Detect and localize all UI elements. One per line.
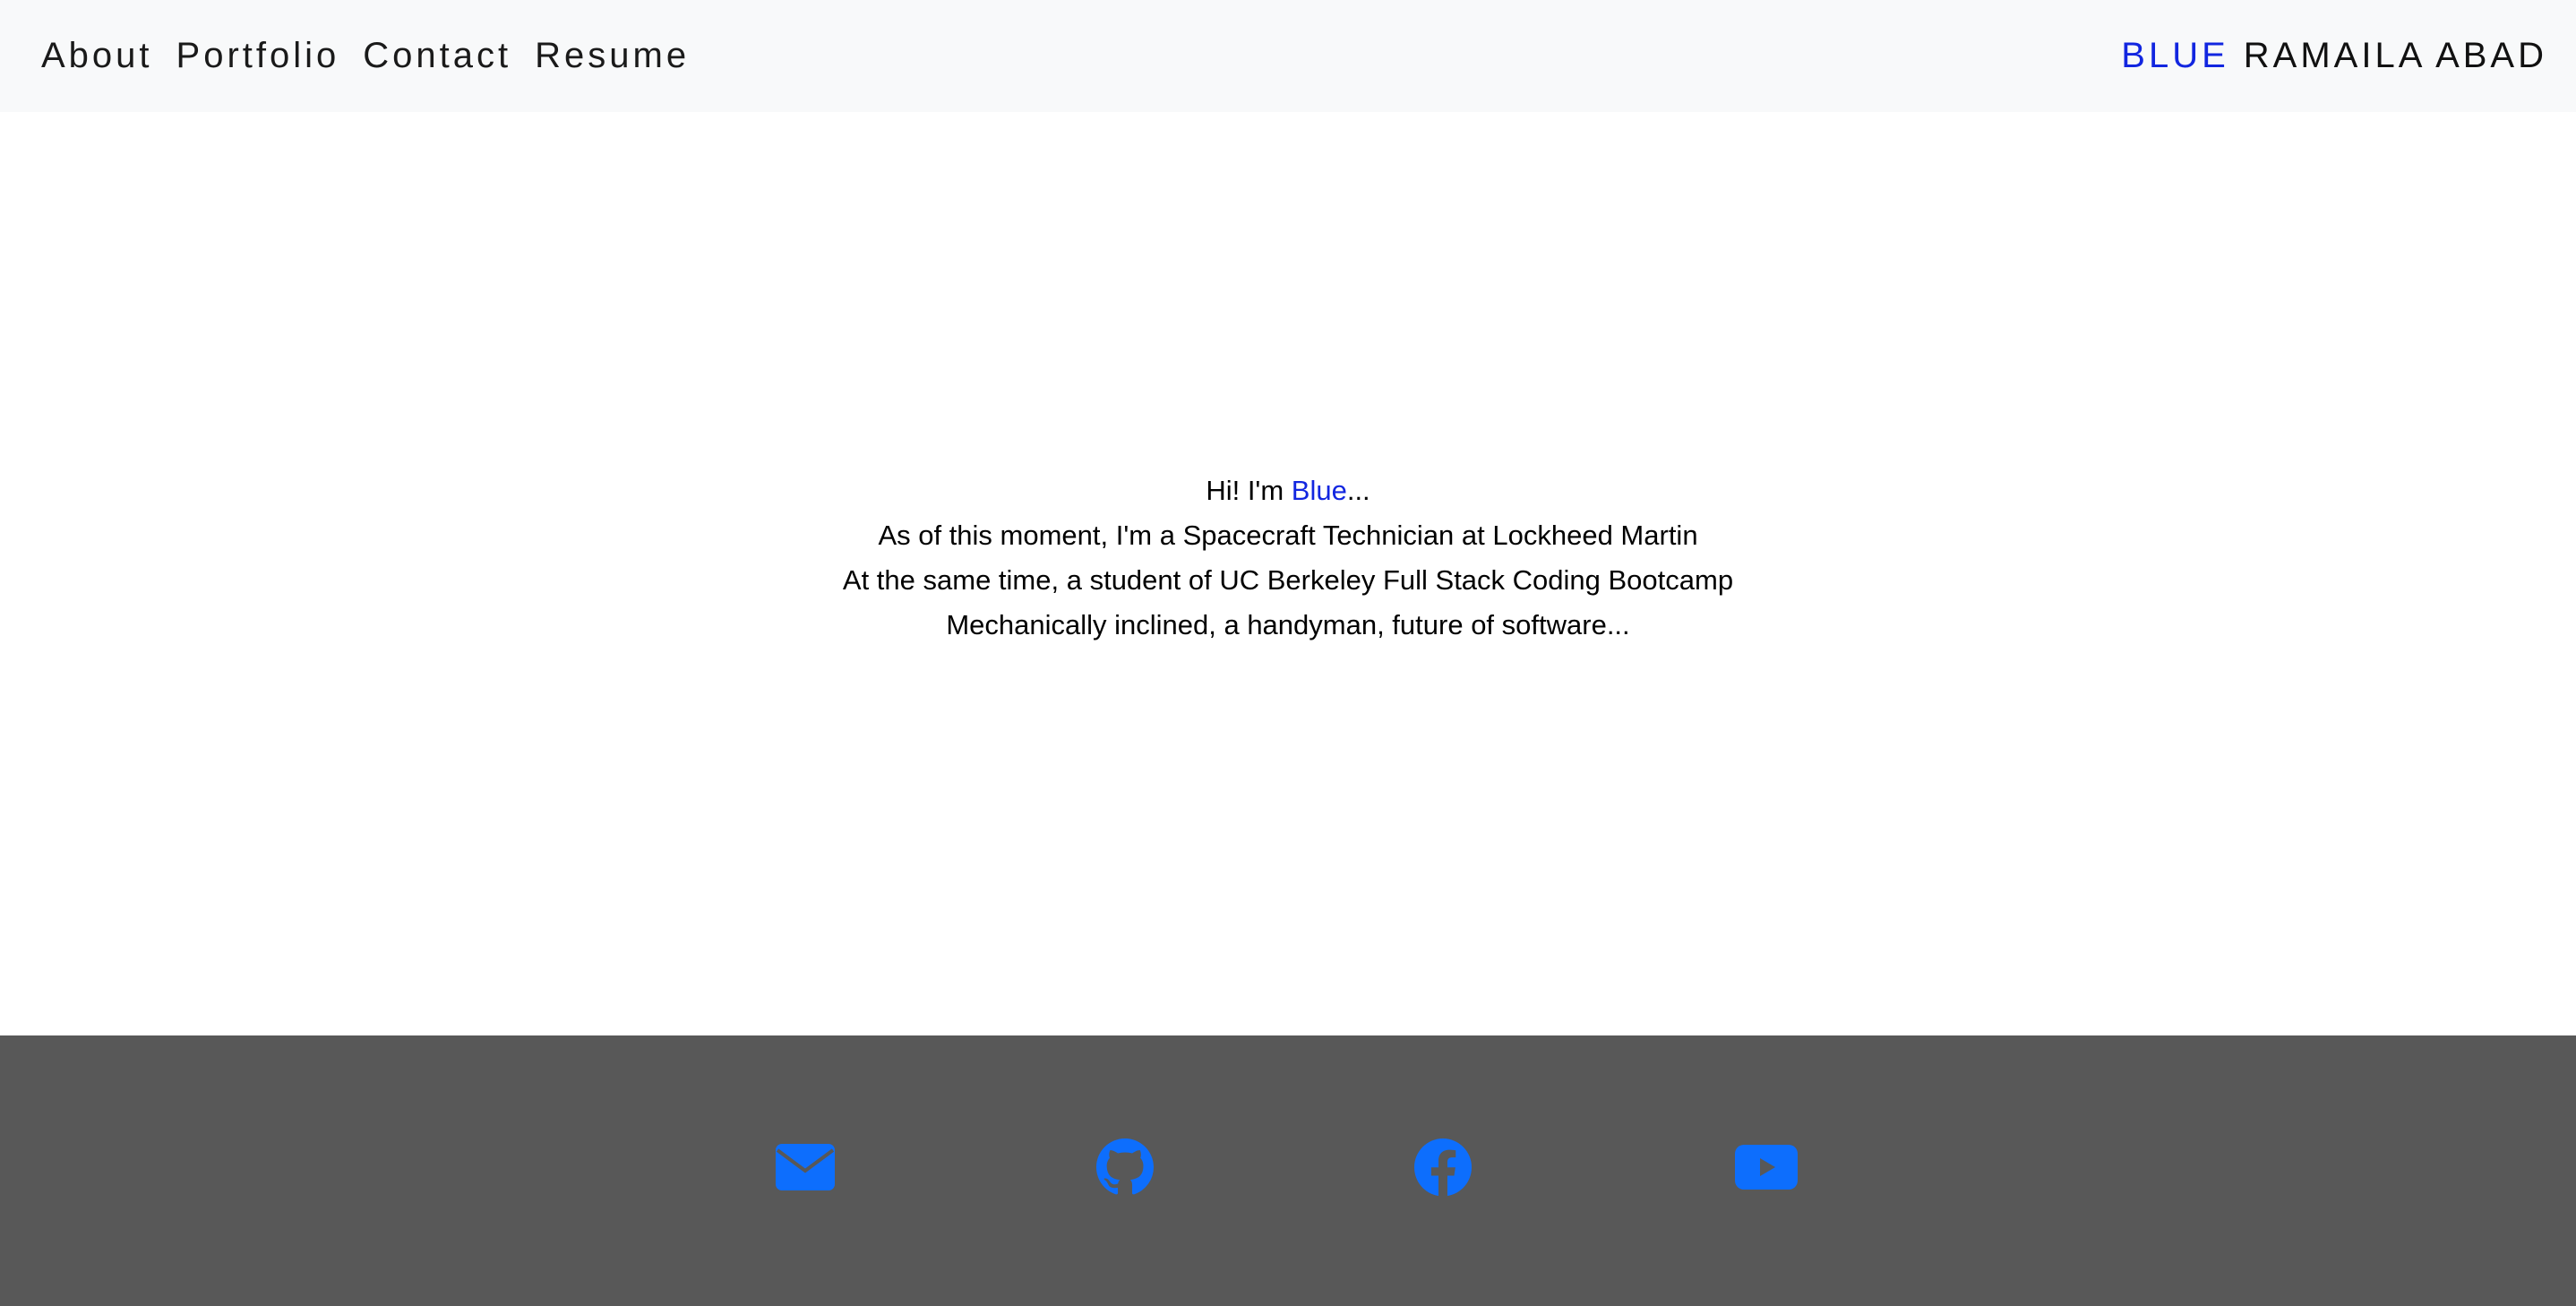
envelope-icon — [776, 1144, 835, 1190]
brand-first-name: BLUE — [2121, 36, 2229, 75]
brand-name[interactable]: BLUE RAMAILA ABAD — [2121, 0, 2547, 112]
nav-link-resume[interactable]: Resume — [535, 36, 690, 76]
youtube-icon — [1735, 1145, 1798, 1190]
facebook-link[interactable] — [1412, 1136, 1474, 1199]
nav-link-portfolio[interactable]: Portfolio — [176, 36, 340, 76]
facebook-icon — [1414, 1138, 1472, 1196]
brand-last-name: RAMAILA ABAD — [2243, 36, 2547, 75]
nav-links: About Portfolio Contact Resume — [41, 0, 713, 112]
intro-line-job: As of this moment, I'm a Spacecraft Tech… — [878, 520, 1698, 551]
github-link[interactable] — [1094, 1136, 1156, 1199]
intro-greeting: Hi! I'm Blue... — [0, 468, 2576, 513]
email-link[interactable] — [774, 1136, 837, 1199]
intro-line-traits: Mechanically inclined, a handyman, futur… — [946, 609, 1630, 640]
navbar: About Portfolio Contact Resume BLUE RAMA… — [0, 0, 2576, 112]
youtube-link[interactable] — [1735, 1136, 1798, 1199]
greeting-prefix: Hi! I'm — [1206, 475, 1292, 506]
intro-line-bootcamp: At the same time, a student of UC Berkel… — [842, 564, 1734, 596]
footer — [0, 1035, 2576, 1306]
greeting-name: Blue — [1291, 475, 1347, 506]
github-icon — [1096, 1138, 1154, 1195]
greeting-suffix: ... — [1346, 475, 1370, 506]
nav-link-contact[interactable]: Contact — [363, 36, 511, 76]
hero-section: Hi! I'm Blue... As of this moment, I'm a… — [0, 112, 2576, 1035]
intro-text: Hi! I'm Blue... As of this moment, I'm a… — [0, 468, 2576, 648]
nav-link-about[interactable]: About — [41, 36, 153, 76]
